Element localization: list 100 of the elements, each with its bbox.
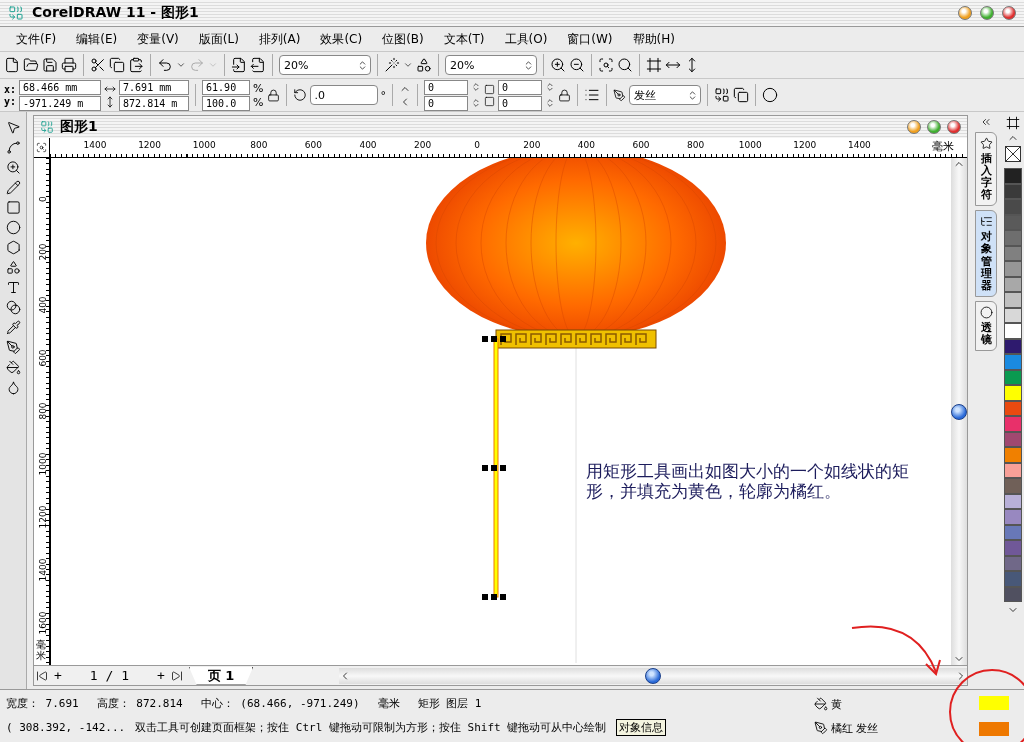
color-swatch[interactable] [1004, 199, 1022, 215]
undo-icon[interactable] [157, 57, 173, 73]
maximize-button[interactable] [927, 120, 941, 134]
color-swatch[interactable] [1004, 230, 1022, 246]
minimize-button[interactable] [958, 6, 972, 20]
shapes-icon[interactable] [5, 260, 21, 275]
zoom-all-icon[interactable] [617, 57, 633, 73]
corner-field[interactable]: 0 [424, 95, 468, 111]
color-swatch[interactable] [1004, 261, 1022, 277]
spinner-icon[interactable] [545, 82, 555, 92]
zoom-combo[interactable]: 20% [279, 55, 371, 75]
export-icon[interactable] [250, 57, 266, 73]
shapes-icon[interactable] [416, 57, 432, 73]
polygon-tool-icon[interactable] [5, 240, 21, 255]
menu-item[interactable]: 工具(O) [496, 28, 556, 50]
docker-tab[interactable]: 透镜 [975, 300, 997, 352]
menu-item[interactable]: 变量(V) [129, 28, 187, 50]
zoom-tool-icon[interactable] [5, 160, 21, 175]
copy-icon[interactable] [109, 57, 125, 73]
zoom-in-icon[interactable] [550, 57, 566, 73]
add-page-button[interactable]: + [54, 668, 62, 683]
page-tab[interactable]: 页 1 [188, 666, 254, 685]
close-button[interactable] [947, 120, 961, 134]
new-file-icon[interactable] [4, 57, 20, 73]
minimize-button[interactable] [907, 120, 921, 134]
menu-item[interactable]: 帮助(H) [624, 28, 683, 50]
spinner-icon[interactable] [471, 98, 481, 108]
last-page-icon[interactable] [170, 669, 183, 682]
blend-tool-icon[interactable] [5, 300, 21, 315]
color-swatch[interactable] [1004, 292, 1022, 308]
scale-y-field[interactable]: 100.0 [202, 95, 251, 111]
corner-field[interactable]: 0 [424, 79, 468, 95]
menu-item[interactable]: 效果(C) [312, 28, 371, 50]
zoom-selection-icon[interactable] [598, 57, 614, 73]
pencil-icon[interactable] [5, 180, 21, 195]
wand-icon[interactable] [384, 57, 400, 73]
color-swatch[interactable] [1004, 354, 1022, 370]
eyedropper-icon[interactable] [5, 320, 21, 335]
spinner-icon[interactable] [545, 98, 555, 108]
pen-nib-icon[interactable] [613, 88, 626, 102]
color-swatch[interactable] [1004, 478, 1022, 494]
color-swatch[interactable] [1004, 540, 1022, 556]
outline-width-combo[interactable]: 发丝 [629, 85, 701, 105]
collapse-icon[interactable] [980, 116, 992, 128]
docker-tab[interactable]: 插入字符 [975, 132, 997, 207]
scale-x-field[interactable]: 61.90 [202, 79, 251, 95]
save-icon[interactable] [42, 57, 58, 73]
color-swatch[interactable] [1004, 168, 1022, 184]
cut-icon[interactable] [90, 57, 106, 73]
text-tool-icon[interactable] [5, 280, 21, 295]
maximize-button[interactable] [980, 6, 994, 20]
color-swatch[interactable] [1004, 509, 1022, 525]
open-icon[interactable] [23, 57, 39, 73]
pointer-icon[interactable] [5, 120, 21, 135]
corner-field[interactable]: 0 [498, 79, 542, 95]
lock-icon[interactable] [558, 88, 571, 102]
first-page-icon[interactable] [36, 669, 48, 682]
spinner-icon[interactable] [523, 59, 534, 71]
droplet-icon[interactable] [5, 380, 21, 395]
spinner-icon[interactable] [687, 89, 698, 101]
rectangle-tool-icon[interactable] [5, 200, 21, 215]
scroll-thumb[interactable] [951, 403, 967, 420]
ellipse-tool-icon[interactable] [5, 220, 21, 235]
menu-item[interactable]: 文本(T) [435, 28, 493, 50]
object-info-button[interactable]: 对象信息 [616, 719, 667, 736]
paste-icon[interactable] [128, 57, 144, 73]
fill-bucket-icon[interactable] [5, 360, 21, 375]
selected-rectangle[interactable] [493, 338, 499, 598]
x-field[interactable]: 68.466 mm [19, 79, 102, 95]
color-swatch[interactable] [1004, 447, 1022, 463]
corner-field[interactable]: 0 [498, 95, 542, 111]
color-swatch[interactable] [1004, 416, 1022, 432]
color-swatch[interactable] [1004, 323, 1022, 339]
menu-item[interactable]: 位图(B) [374, 28, 432, 50]
menu-item[interactable]: 窗口(W) [559, 28, 621, 50]
shape-tool-icon[interactable] [5, 140, 21, 155]
pen-nib-icon[interactable] [5, 340, 21, 355]
y-field[interactable]: -971.249 m [19, 95, 102, 111]
width-field[interactable]: 7.691 mm [119, 79, 190, 95]
scroll-thumb[interactable] [645, 667, 662, 684]
docker-tab[interactable]: 对象管理器 [975, 210, 997, 297]
height-field[interactable]: 872.814 m [119, 95, 190, 111]
color-swatch[interactable] [1004, 385, 1022, 401]
rotation-field[interactable]: .0 [309, 85, 378, 105]
ruler-origin-icon[interactable] [36, 142, 47, 153]
spinner-icon[interactable] [357, 59, 368, 71]
to-back-icon[interactable] [733, 87, 749, 103]
add-page-button[interactable]: + [156, 668, 165, 683]
menu-item[interactable]: 排列(A) [250, 28, 309, 50]
no-color-swatch[interactable] [1005, 146, 1021, 162]
close-button[interactable] [1002, 6, 1016, 20]
menu-item[interactable]: 文件(F) [8, 28, 65, 50]
zoom-combo[interactable]: 20% [445, 55, 537, 75]
dropdown-icon[interactable] [403, 60, 413, 70]
lock-icon[interactable] [266, 88, 280, 102]
print-icon[interactable] [61, 57, 77, 73]
vertical-scrollbar[interactable] [951, 158, 967, 665]
spinner-icon[interactable] [471, 82, 481, 92]
menu-item[interactable]: 版面(L) [190, 28, 247, 50]
dropdown-icon[interactable] [176, 60, 186, 70]
